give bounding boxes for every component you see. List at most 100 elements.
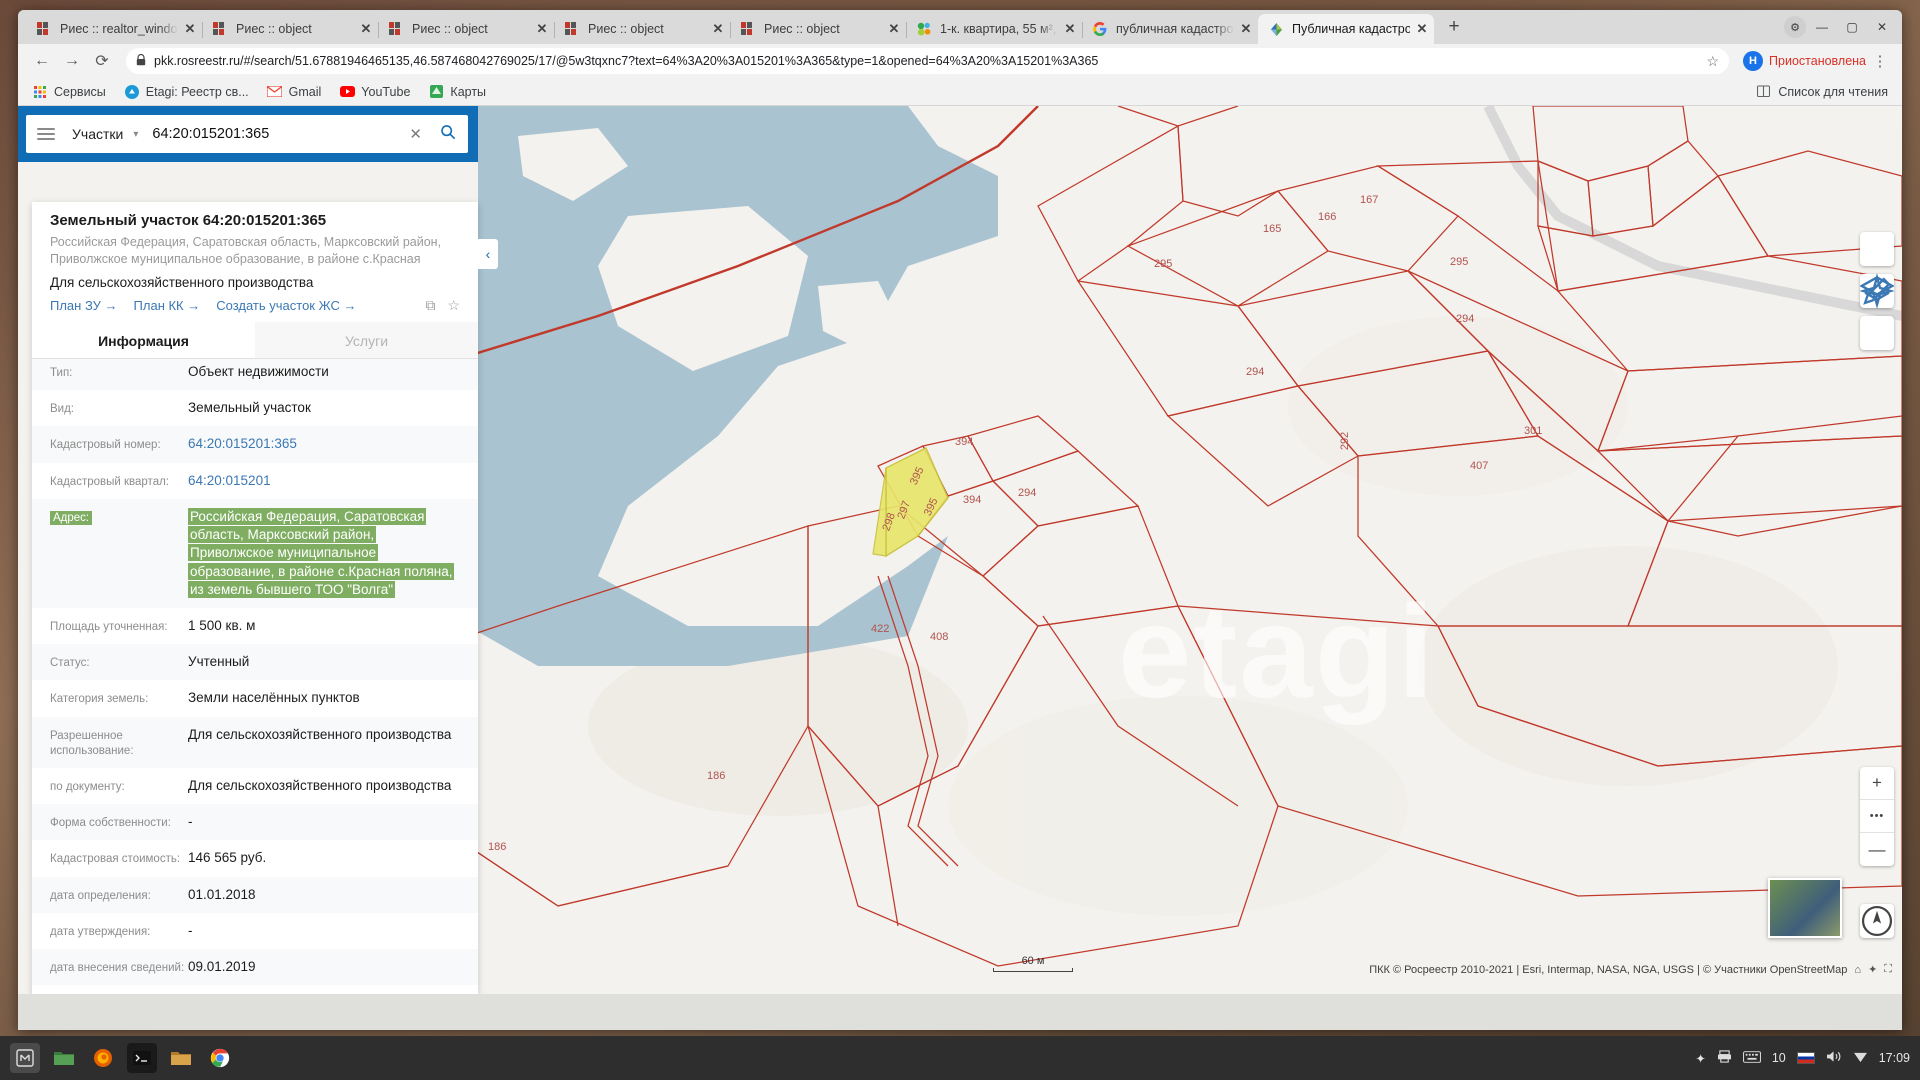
close-icon[interactable]: ✕	[358, 21, 374, 37]
close-icon[interactable]: ✕	[182, 21, 198, 37]
back-icon[interactable]: ←	[28, 47, 56, 75]
compare-icon[interactable]: ⧉	[425, 297, 435, 314]
zoom-in-button[interactable]: +	[1860, 767, 1894, 800]
url-text: pkk.rosreestr.ru/#/search/51.67881946465…	[154, 54, 1098, 68]
plan-kk-link[interactable]: План КК →	[134, 298, 201, 313]
forward-icon[interactable]: →	[58, 47, 86, 75]
browser-tab[interactable]: Риес :: object ✕	[730, 14, 906, 44]
terminal-icon[interactable]	[127, 1043, 157, 1073]
start-menu-icon[interactable]	[10, 1043, 40, 1073]
apps-grid-icon	[32, 84, 48, 100]
address-bar[interactable]: pkk.rosreestr.ru/#/search/51.67881946465…	[126, 48, 1729, 74]
firefox-icon[interactable]	[88, 1043, 118, 1073]
browser-menu-icon[interactable]: ⋮	[1868, 52, 1892, 70]
close-icon[interactable]: ✕	[534, 21, 550, 37]
bluetooth-icon[interactable]: ✦	[1695, 1051, 1705, 1066]
bookmark-item-etagi[interactable]: Etagi: Реестр св...	[124, 84, 249, 100]
profile-status[interactable]: H Приостановлена	[1743, 51, 1866, 71]
browser-tab[interactable]: Риес :: realtor_window ✕	[26, 14, 202, 44]
window-close-button[interactable]: ✕	[1868, 14, 1896, 40]
zoom-out-button[interactable]: —	[1860, 833, 1894, 866]
fullscreen-icon[interactable]: ⛶	[1884, 963, 1892, 976]
menu-burger-icon[interactable]	[32, 120, 60, 148]
search-icon[interactable]	[434, 124, 462, 145]
language-flag-icon[interactable]	[1797, 1052, 1815, 1064]
home-icon[interactable]: ⌂	[1854, 964, 1861, 976]
chrome-icon[interactable]	[205, 1043, 235, 1073]
new-tab-button[interactable]: +	[1440, 14, 1468, 42]
plan-zu-link[interactable]: План ЗУ →	[50, 298, 118, 313]
object-permitted-use: Для сельскохозяйственного производства	[50, 275, 460, 290]
locate-icon[interactable]	[1860, 316, 1894, 350]
info-row-value: Земли населённых пунктов	[188, 689, 460, 707]
info-row: по документу: Для сельскохозяйственного …	[32, 768, 478, 804]
scale-label: 60 м	[993, 955, 1073, 967]
tab-strip: Риес :: realtor_window ✕ Риес :: object …	[18, 10, 1902, 44]
tab-label: Риес :: object	[412, 22, 530, 36]
info-row-value: Российская Федерация, Саратовская област…	[188, 508, 460, 599]
profile-status-label: Приостановлена	[1769, 54, 1866, 68]
files-icon[interactable]	[166, 1043, 196, 1073]
bookmarks-bar: Сервисы Etagi: Реестр св... Gmail YouTub…	[18, 78, 1902, 106]
bookmark-star-icon[interactable]: ☆	[1706, 53, 1719, 70]
cadastral-map[interactable]: etagi 165 166 167 295 295 294 294 292 30…	[478, 106, 1902, 994]
browser-window: Риес :: realtor_window ✕ Риес :: object …	[18, 10, 1902, 1030]
tab-information[interactable]: Информация	[32, 322, 255, 358]
close-icon[interactable]: ✕	[1414, 21, 1430, 37]
panel-collapse-button[interactable]: ‹	[478, 239, 498, 269]
reload-icon[interactable]: ⟳	[88, 47, 116, 75]
map-more-button[interactable]: •••	[1860, 800, 1894, 833]
volume-icon[interactable]	[1826, 1050, 1842, 1066]
search-category-label[interactable]: Участки	[66, 126, 123, 142]
keyboard-icon[interactable]	[1743, 1051, 1761, 1066]
search-panel: Участки ▾ ✕	[18, 106, 478, 162]
info-panel-links: План ЗУ → План КК → Создать участок ЖС →…	[50, 297, 460, 314]
bookmark-item-youtube[interactable]: YouTube	[339, 84, 410, 100]
bookmark-item-services[interactable]: Сервисы	[32, 84, 106, 100]
browser-tab-active[interactable]: Публичная кадастро ✕	[1258, 14, 1434, 44]
clock-label[interactable]: 17:09	[1879, 1051, 1910, 1065]
minimap-thumbnail[interactable]	[1768, 878, 1842, 938]
browser-tab[interactable]: Риес :: object ✕	[378, 14, 554, 44]
close-icon[interactable]: ✕	[710, 21, 726, 37]
browser-tab[interactable]: Риес :: object ✕	[202, 14, 378, 44]
search-bar[interactable]: Участки ▾ ✕	[26, 115, 468, 153]
info-row-value-cadastral-number[interactable]: 64:20:015201:365	[188, 435, 460, 453]
clear-icon[interactable]: ✕	[403, 125, 428, 143]
object-info-panel: Земельный участок 64:20:015201:365 Росси…	[32, 202, 478, 994]
reading-list-button[interactable]: Список для чтения	[1755, 84, 1888, 100]
bookmark-item-gmail[interactable]: Gmail	[267, 84, 322, 100]
close-icon[interactable]: ✕	[886, 21, 902, 37]
wifi-icon[interactable]	[1853, 1051, 1868, 1066]
bookmark-item-maps[interactable]: Карты	[428, 84, 486, 100]
browser-tab[interactable]: 1-к. квартира, 55 м², 16 ✕	[906, 14, 1082, 44]
browser-tab[interactable]: публичная кадастровая ✕	[1082, 14, 1258, 44]
close-icon[interactable]: ✕	[1062, 21, 1078, 37]
file-manager-green-icon[interactable]	[49, 1043, 79, 1073]
sparkle-icon[interactable]: ✦	[1868, 963, 1877, 976]
close-icon[interactable]: ✕	[1238, 21, 1254, 37]
tab-services[interactable]: Услуги	[255, 322, 478, 358]
printer-icon[interactable]	[1717, 1050, 1732, 1066]
system-tray: ✦ 10 17:09	[1695, 1050, 1910, 1066]
search-input[interactable]	[152, 126, 397, 142]
info-row: Форма собственности: -	[32, 804, 478, 840]
info-row-key: Кадастровый номер:	[50, 435, 188, 453]
chevron-down-icon[interactable]: ▾	[129, 129, 146, 140]
info-row-key: по документу:	[50, 777, 188, 795]
info-row-value-cadastral-quarter[interactable]: 64:20:015201	[188, 472, 460, 490]
favorite-star-icon[interactable]: ☆	[447, 297, 460, 314]
create-parcel-link[interactable]: Создать участок ЖС →	[216, 298, 356, 313]
info-row-key: Кадастровый квартал:	[50, 472, 188, 490]
info-row-key: дата определения:	[50, 886, 188, 904]
maximize-button[interactable]: ▢	[1838, 14, 1866, 40]
info-row-value: Учтенный	[188, 653, 460, 671]
info-row: Тип: Объект недвижимости	[32, 359, 478, 390]
info-row-key: дата утверждения:	[50, 922, 188, 940]
info-row-address: Адрес: Российская Федерация, Саратовская…	[32, 499, 478, 608]
compass-icon[interactable]	[1860, 904, 1894, 938]
info-rows-scroll[interactable]: Тип: Объект недвижимости Вид: Земельный …	[32, 359, 478, 994]
settings-icon[interactable]: ⚙	[1784, 16, 1806, 38]
browser-tab[interactable]: Риес :: object ✕	[554, 14, 730, 44]
minimize-button[interactable]: —	[1808, 14, 1836, 40]
